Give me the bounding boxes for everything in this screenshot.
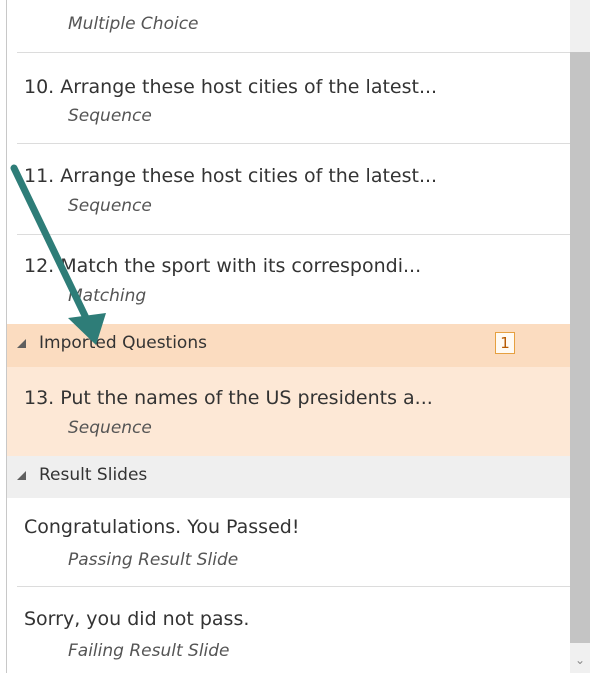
group-label: Result Slides [39,465,148,485]
list-item-type: Sequence [68,106,152,126]
count-badge: 1 [495,332,515,354]
list-item-question-13[interactable]: 13. Put the names of the US presidents a… [7,367,570,456]
scrollbar-thumb[interactable] [570,52,590,643]
question-list-panel: Multiple Choice 10. Arrange these host c… [0,0,590,673]
list-item-question-10[interactable]: 10. Arrange these host cities of the lat… [7,53,570,144]
list-item-question-11[interactable]: 11. Arrange these host cities of the lat… [7,144,570,235]
list-item-title: 13. Put the names of the US presidents a… [24,387,433,409]
list-item-partial[interactable]: Multiple Choice [7,0,570,53]
list-item-title: 11. Arrange these host cities of the lat… [24,165,438,187]
group-label: Imported Questions [39,333,207,353]
group-header-result-slides[interactable]: Result Slides [7,456,570,498]
list-item-type: Multiple Choice [68,14,199,34]
list-item-title: Congratulations. You Passed! [24,516,300,538]
list-item-title: 12. Match the sport with its correspondi… [24,255,422,277]
vertical-scrollbar[interactable]: ⌄ [570,0,590,673]
list-item-type: Passing Result Slide [68,550,239,570]
list-item-type: Sequence [68,196,152,216]
list-item-question-12[interactable]: 12. Match the sport with its correspondi… [7,235,570,324]
question-list: Multiple Choice 10. Arrange these host c… [7,0,570,673]
list-item-failing-result[interactable]: Sorry, you did not pass. Failing Result … [7,587,570,673]
list-item-type: Failing Result Slide [68,641,230,661]
list-item-type: Sequence [68,418,152,438]
collapse-triangle-icon[interactable] [17,471,26,480]
list-item-passing-result[interactable]: Congratulations. You Passed! Passing Res… [7,498,570,587]
chevron-down-icon[interactable]: ⌄ [570,648,590,673]
collapse-triangle-icon[interactable] [17,339,26,348]
list-item-title: 10. Arrange these host cities of the lat… [24,76,438,98]
list-item-type: Matching [68,286,147,306]
group-header-imported-questions[interactable]: Imported Questions 1 [7,324,570,367]
list-item-title: Sorry, you did not pass. [24,608,250,630]
